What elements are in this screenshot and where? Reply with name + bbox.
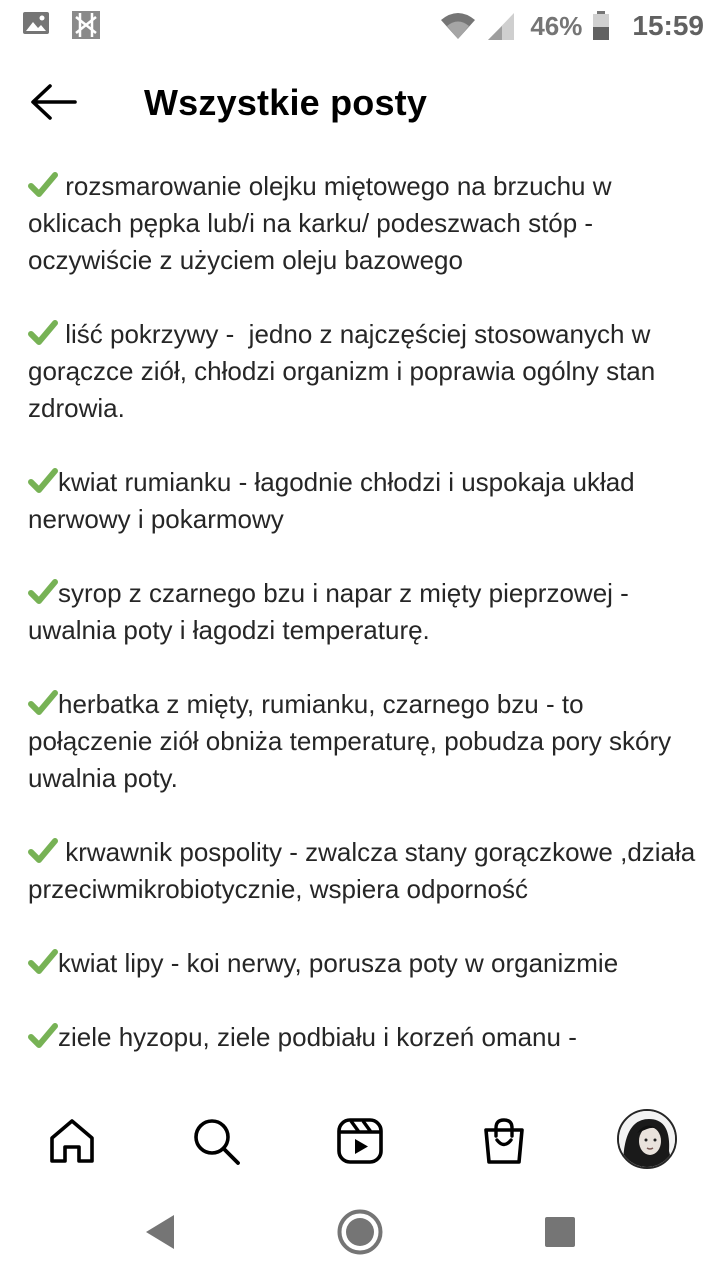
search-icon xyxy=(194,1119,240,1165)
caption-text: syrop z czarnego bzu i napar z mięty pie… xyxy=(28,578,637,645)
nav-shop-button[interactable] xyxy=(476,1113,532,1169)
system-home-button[interactable] xyxy=(335,1207,385,1257)
reels-icon xyxy=(337,1118,383,1164)
nav-home-button[interactable] xyxy=(44,1113,100,1169)
clock: 15:59 xyxy=(632,10,704,41)
caption-text: ziele hyzopu, ziele podbiału i korzeń om… xyxy=(58,1022,577,1052)
caption-text: kwiat lipy - koi nerwy, porusza poty w o… xyxy=(58,948,619,978)
check-mark-icon xyxy=(28,468,58,493)
post-caption: rozsmarowanie olejku miętowego na brzuch… xyxy=(28,168,696,1093)
system-back-button[interactable] xyxy=(135,1207,185,1257)
caption-text: kwiat rumianku - łagodnie chłodzi i uspo… xyxy=(28,467,642,534)
nav-reels-button[interactable] xyxy=(332,1113,388,1169)
check-mark-icon xyxy=(28,949,58,974)
home-icon xyxy=(50,1119,94,1163)
system-recents-button[interactable] xyxy=(535,1207,585,1257)
check-mark-icon xyxy=(28,1023,58,1048)
check-mark-icon xyxy=(28,838,58,863)
caption-paragraph: ziele hyzopu, ziele podbiału i korzeń om… xyxy=(28,1019,696,1056)
battery-icon xyxy=(593,11,610,40)
status-bar: 46% 15:59 xyxy=(0,0,720,52)
notification-icons xyxy=(22,9,102,41)
page-title: Wszystkie posty xyxy=(144,82,428,123)
caption-text: liść pokrzywy - jedno z najczęściej stos… xyxy=(28,319,663,423)
profile-avatar[interactable] xyxy=(617,1109,677,1169)
caption-paragraph: krwawnik pospolity - zwalcza stany gorąc… xyxy=(28,834,696,908)
check-mark-icon xyxy=(28,579,58,604)
caption-paragraph: rozsmarowanie olejku miętowego na brzuch… xyxy=(28,168,696,279)
system-navigation xyxy=(0,1185,720,1280)
caption-text: herbatka z mięty, rumianku, czarnego bzu… xyxy=(28,689,679,793)
shop-icon xyxy=(484,1118,524,1164)
back-button[interactable] xyxy=(28,82,84,126)
caption-paragraph: herbatka z mięty, rumianku, czarnego bzu… xyxy=(28,686,696,797)
caption-text: rozsmarowanie olejku miętowego na brzuch… xyxy=(28,171,619,275)
check-mark-icon xyxy=(28,320,58,345)
caption-text: krwawnik pospolity - zwalcza stany gorąc… xyxy=(28,837,696,904)
avatar-image xyxy=(619,1111,675,1167)
home-circle-icon xyxy=(337,1209,383,1255)
top-header: Wszystkie posty xyxy=(0,60,720,150)
caption-paragraph: liść pokrzywy - jedno z najczęściej stos… xyxy=(28,316,696,427)
caption-paragraph: kwiat lipy - koi nerwy, porusza poty w o… xyxy=(28,945,696,982)
recents-square-icon xyxy=(545,1217,575,1247)
check-mark-icon xyxy=(28,690,58,715)
image-notification-icon xyxy=(23,12,49,34)
battery-percent: 46% xyxy=(530,10,583,41)
signal-icon xyxy=(488,13,515,40)
nav-search-button[interactable] xyxy=(188,1113,244,1169)
app-notification-icon xyxy=(72,11,100,39)
check-mark-icon xyxy=(28,172,58,197)
bottom-navigation xyxy=(0,1095,720,1185)
caption-paragraph: syrop z czarnego bzu i napar z mięty pie… xyxy=(28,575,696,649)
arrow-left-icon xyxy=(31,84,77,120)
system-status: 46% 15:59 xyxy=(440,8,704,44)
caption-paragraph: kwiat rumianku - łagodnie chłodzi i uspo… xyxy=(28,464,696,538)
wifi-icon xyxy=(441,13,476,39)
back-triangle-icon xyxy=(146,1215,174,1249)
